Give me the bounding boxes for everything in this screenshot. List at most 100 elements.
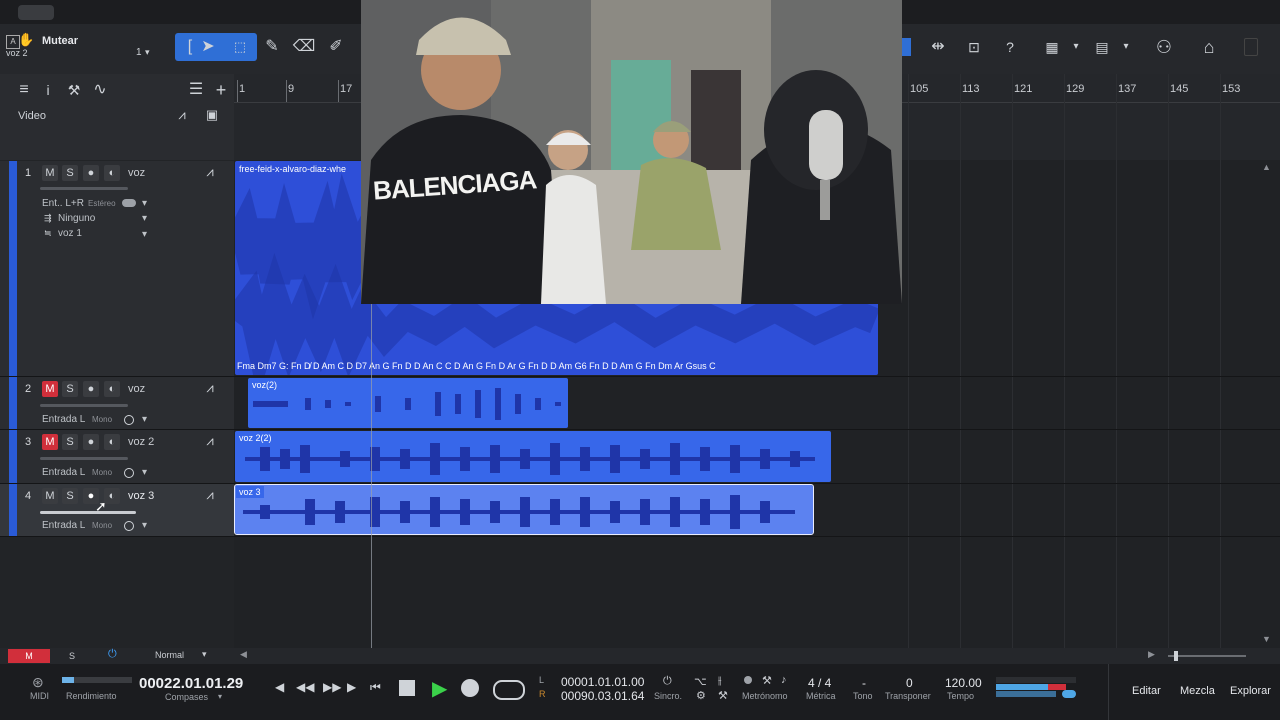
solo-button[interactable]: S [62,381,78,397]
zoom-icon[interactable]: ⊡ [960,33,988,61]
volume-fader[interactable] [40,404,128,407]
loop-button[interactable] [493,680,525,700]
window-button[interactable] [18,5,54,20]
pointer-icon[interactable]: ➤ [194,33,222,61]
chevron-down-icon[interactable]: ▾ [202,649,207,660]
mute-button[interactable]: M [42,381,58,397]
audio-clip-voz-3[interactable]: voz 3 [234,484,814,535]
input-label[interactable]: Entrada L [42,414,85,425]
mute-button[interactable]: M [42,165,58,181]
input-label[interactable]: Entrada L [42,467,85,478]
preroll-icon[interactable]: ⌥ [694,675,707,688]
list-icon[interactable]: ☰ [184,76,208,104]
monitor-circle-icon[interactable] [124,415,134,425]
metronome-label[interactable]: Metrónomo [742,691,788,701]
fast-forward-icon[interactable]: ▶▶ [323,680,341,694]
position-format-label[interactable]: Compases [165,692,208,702]
play-button[interactable]: ▶ [432,676,447,701]
waveform-icon[interactable]: ⩘ [198,374,222,402]
add-track-icon[interactable]: + [208,76,234,104]
waveform-icon[interactable]: ⩘ [198,427,222,455]
scroll-right-icon[interactable]: ▶ [1148,649,1155,660]
global-solo-button[interactable]: S [62,649,82,663]
volume-fader[interactable] [40,187,128,190]
record-arm-button[interactable]: ● [83,381,99,397]
return-to-zero-icon[interactable]: ◀ [275,680,284,694]
chevron-down-icon[interactable]: ▾ [142,520,147,531]
volume-fader[interactable] [40,457,128,460]
output-label[interactable]: Ninguno [58,213,95,224]
sync-label[interactable]: Sincro. [654,691,682,701]
stop-button[interactable] [399,680,415,696]
solo-button[interactable]: S [62,165,78,181]
sync-icon[interactable]: ⏻ [663,675,672,688]
rewind-icon[interactable]: ◀◀ [296,680,314,694]
loop-start-display[interactable]: 00001.01.01.00 [561,675,644,689]
power-icon[interactable]: ⏻ [108,648,117,661]
master-toggle[interactable] [1062,690,1076,698]
record-button[interactable] [461,679,479,697]
document-icon[interactable] [1244,38,1258,56]
time-signature-value[interactable]: 4 / 4 [808,676,831,690]
mute-button[interactable]: M [42,488,58,504]
record-arm-button[interactable]: ● [83,165,99,181]
monitor-button[interactable]: ◐ [104,434,120,450]
range-icon[interactable]: ⬚ [226,33,254,61]
monitor-circle-icon[interactable] [124,521,134,531]
punch-icon[interactable]: ⫲ [718,675,722,688]
tempo-value[interactable]: 120.00 [945,676,982,690]
position-display[interactable]: 00022.01.01.29 [139,675,243,692]
stereo-toggle[interactable] [122,199,136,207]
user-icon[interactable]: ⚇ [1150,33,1178,61]
waveform-icon[interactable]: ⩘ [198,158,222,186]
info-icon[interactable]: i [36,76,60,104]
waveform-icon[interactable]: ⩘ [198,481,222,509]
track-count[interactable]: 1 [136,47,142,58]
waveform-icon[interactable]: ⩘ [170,101,194,129]
scroll-up-icon[interactable]: ▲ [1262,162,1271,172]
scroll-left-icon[interactable]: ◀ [240,649,247,660]
chevron-down-icon[interactable]: ▾ [142,229,147,240]
edit-view-button[interactable]: Editar [1132,685,1161,697]
monitor-button[interactable]: ◐ [104,165,120,181]
metronome-dot-icon[interactable] [744,676,752,684]
chevron-down-icon[interactable]: ▾ [142,213,147,224]
split-icon[interactable]: ⇹ [924,33,952,61]
previous-marker-icon[interactable]: ⏮ [370,680,381,695]
chevron-down-icon[interactable]: ▾ [1112,33,1140,61]
wrench-icon[interactable]: ⚒ [60,76,88,104]
go-to-end-icon[interactable]: ▶ [347,680,356,694]
scroll-down-icon[interactable]: ▼ [1262,634,1271,644]
monitor-circle-icon[interactable] [124,468,134,478]
automation-mode[interactable]: Normal [155,650,184,660]
zoom-slider[interactable] [1168,655,1246,657]
click-settings-icon[interactable]: ⚒ [718,689,728,702]
key-value[interactable]: - [862,676,866,690]
transpose-value[interactable]: 0 [906,676,913,690]
chevron-down-icon[interactable]: ▾ [145,47,150,58]
chevron-down-icon[interactable]: ▾ [142,414,147,425]
input-label[interactable]: Ent.. L+R [42,198,84,209]
mix-view-button[interactable]: Mezcla [1180,685,1215,697]
menu-icon[interactable]: ≡ [10,76,38,104]
chevron-down-icon[interactable]: ▾ [218,692,222,701]
solo-button[interactable]: S [62,434,78,450]
global-mute-button[interactable]: M [8,649,50,663]
metronome-tool-icon[interactable]: ♪ [781,674,787,686]
chevron-down-icon[interactable]: ▾ [142,198,147,209]
layer-label[interactable]: voz 1 [58,228,82,239]
chevron-down-icon[interactable]: ▾ [142,467,147,478]
audio-clip-voz-2-2[interactable]: voz 2(2) [235,431,831,482]
eraser-icon[interactable]: ⌫ [290,33,318,61]
track-name[interactable]: voz [128,383,145,395]
settings-gear-icon[interactable]: ⚙ [696,689,706,702]
chevron-down-icon[interactable]: ▾ [1062,33,1090,61]
browse-view-button[interactable]: Explorar [1230,685,1271,697]
paint-icon[interactable]: ✐ [322,33,350,61]
volume-fader[interactable] [40,511,136,514]
help-icon[interactable]: ? [996,33,1024,61]
home-icon[interactable]: ⌂ [1195,33,1223,61]
record-arm-button[interactable]: ● [83,434,99,450]
film-icon[interactable]: ▣ [200,101,224,129]
monitor-button[interactable]: ◐ [104,381,120,397]
